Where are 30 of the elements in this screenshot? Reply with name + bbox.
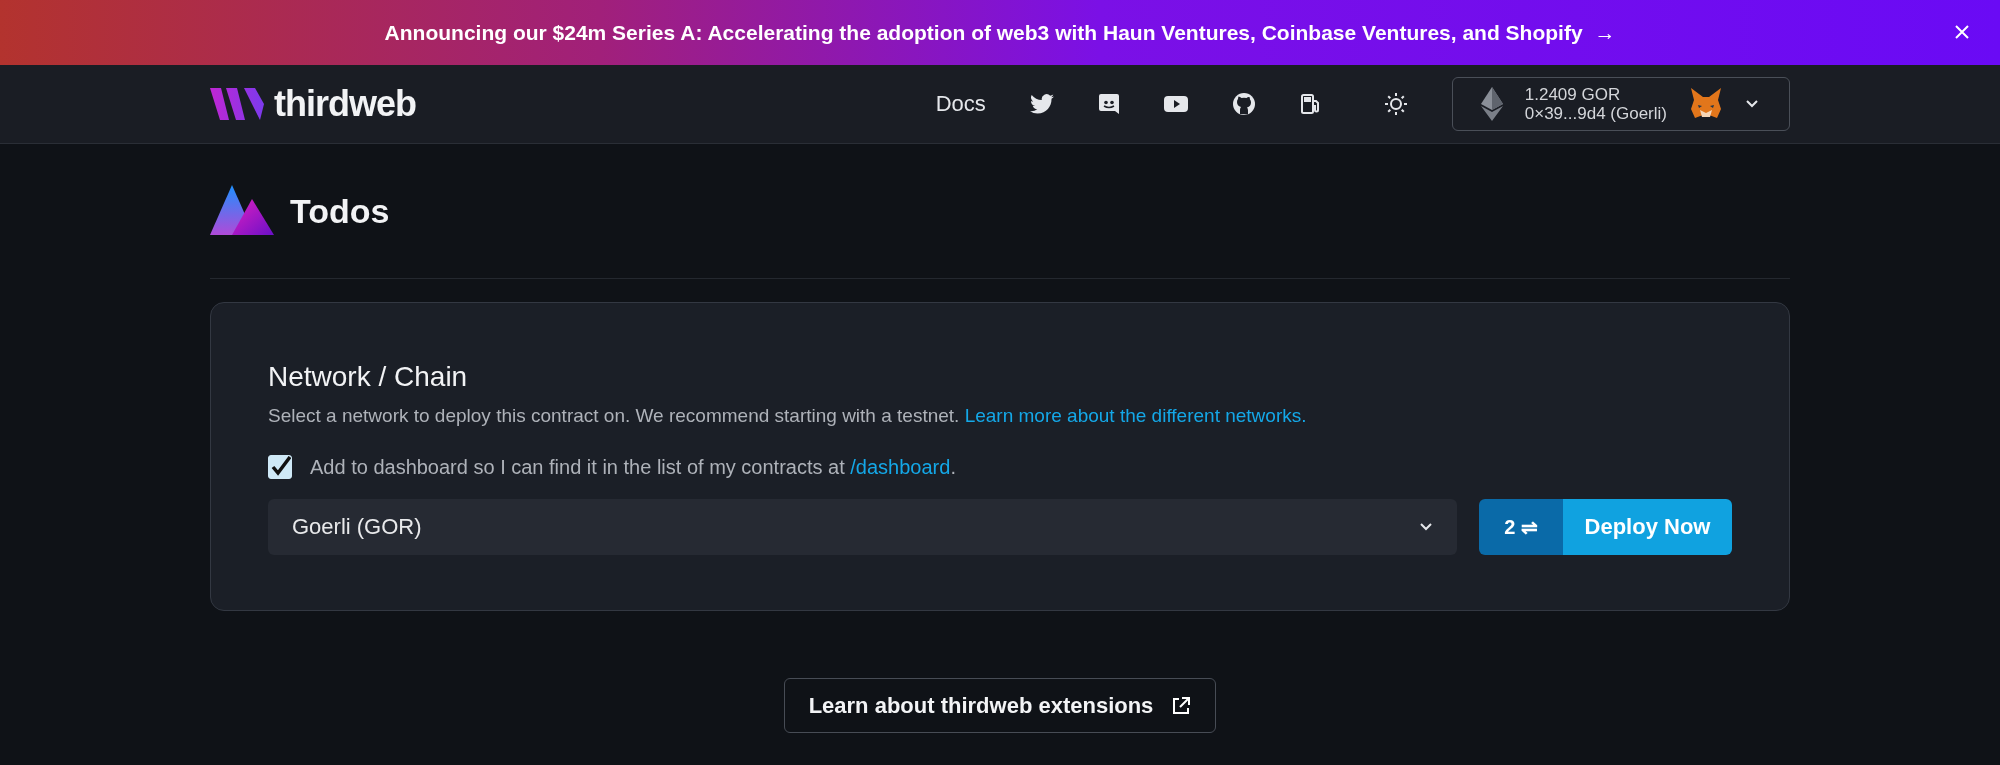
transactions-count-button[interactable]: 2 ⇌: [1479, 499, 1563, 555]
mountain-logo-icon: [210, 185, 274, 237]
dashboard-label: Add to dashboard so I can find it in the list of my contracts at /dashboard.: [310, 455, 956, 479]
chat-bubble-icon[interactable]: [1097, 93, 1120, 115]
chevron-down-icon: [1745, 99, 1759, 109]
page-title: Todos: [290, 191, 390, 231]
close-icon[interactable]: [1954, 24, 1970, 40]
wallet-button[interactable]: 1.2409 GOR 0×39...9d4 (Goerli): [1451, 77, 1790, 131]
gas-pump-icon[interactable]: [1299, 93, 1322, 115]
dashboard-checkbox[interactable]: [268, 455, 292, 479]
network-heading: Network / Chain: [268, 361, 469, 393]
youtube-play-icon[interactable]: [1163, 95, 1188, 113]
dashboard-link[interactable]: /dashboard: [850, 455, 951, 478]
chevron-down-icon: [1419, 522, 1433, 532]
ethereum-diamond-icon: [1480, 87, 1503, 121]
wallet-balance: 1.2409 GOR: [1524, 85, 1622, 104]
network-select[interactable]: Goerli (GOR): [268, 499, 1457, 555]
fox-icon: [1689, 88, 1723, 120]
logo-icon: [210, 86, 266, 122]
twitter-bird-icon[interactable]: [1029, 94, 1054, 114]
networks-link[interactable]: Learn more about the different networks.: [964, 405, 1307, 426]
github-cat-icon[interactable]: [1231, 92, 1256, 116]
sun-icon[interactable]: [1383, 92, 1408, 116]
external-link-icon: [1171, 695, 1192, 716]
logo-text[interactable]: thirdweb: [274, 83, 416, 125]
extensions-button[interactable]: Learn about thirdweb extensions: [783, 678, 1217, 733]
network-description: Select a network to deploy this contract on. We recommend starting with a testnet. Learn more about the different networks.: [268, 405, 1308, 427]
wallet-address: 0×39...9d4 (Goerli): [1524, 104, 1667, 123]
docs-link[interactable]: Docs: [935, 91, 986, 117]
announcement-text[interactable]: Announcing our $24m Series A: Accelerating the adoption of web3 with Haun Ventures, Coinbase Ventures, and Shopify →: [384, 20, 1616, 45]
